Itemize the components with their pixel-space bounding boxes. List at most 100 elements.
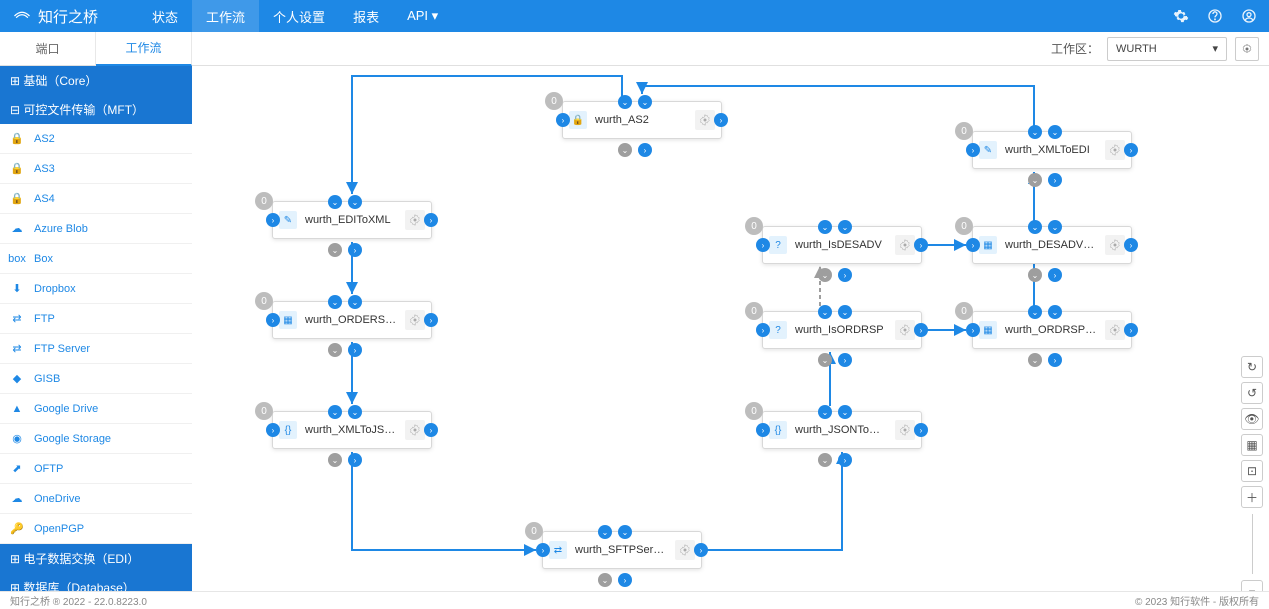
port-out-true[interactable]: ›	[348, 343, 362, 357]
port-in-top-1[interactable]: ⌄	[818, 305, 832, 319]
fit-button[interactable]: ⊡	[1241, 460, 1263, 482]
port-in-top-2[interactable]: ⌄	[348, 405, 362, 419]
sidebar-item-as3[interactable]: 🔒AS3	[0, 154, 192, 184]
node-isordrsp[interactable]: 0?wurth_IsORDRSP⌄⌄⌄›››	[762, 311, 922, 349]
port-in-left[interactable]: ›	[966, 323, 980, 337]
node-settings-button[interactable]	[405, 310, 425, 330]
port-in-left[interactable]: ›	[756, 323, 770, 337]
node-sftp[interactable]: 0⇄wurth_SFTPServer⌄⌄⌄›››	[542, 531, 702, 569]
node-orders_in[interactable]: 0▦wurth_ORDERS_In⌄⌄⌄›››	[272, 301, 432, 339]
zoom-out-button[interactable]: −	[1241, 580, 1263, 591]
node-ordrsp_out[interactable]: 0▦wurth_ORDRSP_O...⌄⌄⌄›››	[972, 311, 1132, 349]
port-in-top-1[interactable]: ⌄	[618, 95, 632, 109]
port-in-top-1[interactable]: ⌄	[818, 405, 832, 419]
sidebar-item-oftp[interactable]: ⬈OFTP	[0, 454, 192, 484]
port-in-left[interactable]: ›	[756, 423, 770, 437]
node-settings-button[interactable]	[695, 110, 715, 130]
port-in-left[interactable]: ›	[536, 543, 550, 557]
port-out-false[interactable]: ⌄	[818, 268, 832, 282]
port-in-top-2[interactable]: ⌄	[638, 95, 652, 109]
tab-ports[interactable]: 端口	[0, 32, 96, 66]
port-in-left[interactable]: ›	[266, 213, 280, 227]
sidebar-item-box[interactable]: boxBox	[0, 244, 192, 274]
sidebar-item-gisb[interactable]: ◆GISB	[0, 364, 192, 394]
port-in-top-2[interactable]: ⌄	[348, 295, 362, 309]
port-in-left[interactable]: ›	[266, 313, 280, 327]
refresh-button[interactable]: ↻	[1241, 356, 1263, 378]
nav-status[interactable]: 状态	[138, 0, 192, 32]
port-in-top-1[interactable]: ⌄	[328, 195, 342, 209]
workspace-settings-button[interactable]	[1235, 37, 1259, 61]
node-as2[interactable]: 0🔒wurth_AS2⌄⌄⌄›››	[562, 101, 722, 139]
port-in-top-1[interactable]: ⌄	[1028, 220, 1042, 234]
port-out-right[interactable]: ›	[1124, 323, 1138, 337]
port-in-top-2[interactable]: ⌄	[838, 405, 852, 419]
sidebar-cat-db[interactable]: ⊞ 数据库（Database）	[0, 573, 192, 591]
node-jsontoxml[interactable]: 0{}wurth_JSONToXML⌄⌄⌄›››	[762, 411, 922, 449]
node-settings-button[interactable]	[1105, 140, 1125, 160]
port-in-top-1[interactable]: ⌄	[1028, 305, 1042, 319]
port-out-true[interactable]: ›	[618, 573, 632, 587]
port-out-true[interactable]: ›	[1048, 173, 1062, 187]
port-in-left[interactable]: ›	[756, 238, 770, 252]
node-settings-button[interactable]	[675, 540, 695, 560]
port-in-left[interactable]: ›	[966, 238, 980, 252]
port-in-left[interactable]: ›	[556, 113, 570, 127]
help-icon[interactable]	[1207, 8, 1223, 24]
port-in-left[interactable]: ›	[966, 143, 980, 157]
zoom-slider[interactable]	[1252, 514, 1253, 574]
nav-report[interactable]: 报表	[339, 0, 393, 32]
workspace-select[interactable]: WURTH ▾	[1107, 37, 1227, 61]
port-out-right[interactable]: ›	[914, 423, 928, 437]
port-out-true[interactable]: ›	[638, 143, 652, 157]
sidebar-cat-edi[interactable]: ⊞ 电子数据交换（EDI）	[0, 544, 192, 573]
sidebar-item-google-storage[interactable]: ◉Google Storage	[0, 424, 192, 454]
node-settings-button[interactable]	[895, 420, 915, 440]
preview-button[interactable]: 👁	[1241, 408, 1263, 430]
port-in-top-2[interactable]: ⌄	[1048, 125, 1062, 139]
node-editoxml[interactable]: 0✎wurth_EDIToXML⌄⌄⌄›››	[272, 201, 432, 239]
node-settings-button[interactable]	[1105, 320, 1125, 340]
port-out-right[interactable]: ›	[424, 423, 438, 437]
gear-icon[interactable]	[1173, 8, 1189, 24]
port-in-top-2[interactable]: ⌄	[618, 525, 632, 539]
port-out-true[interactable]: ›	[838, 453, 852, 467]
sidebar-item-ftp[interactable]: ⇄FTP	[0, 304, 192, 334]
tab-workflow[interactable]: 工作流	[96, 32, 192, 66]
port-out-false[interactable]: ⌄	[1028, 268, 1042, 282]
port-in-left[interactable]: ›	[266, 423, 280, 437]
sidebar-item-onedrive[interactable]: ☁OneDrive	[0, 484, 192, 514]
port-out-right[interactable]: ›	[914, 323, 928, 337]
undo-button[interactable]: ↺	[1241, 382, 1263, 404]
port-in-top-2[interactable]: ⌄	[1048, 220, 1062, 234]
user-icon[interactable]	[1241, 8, 1257, 24]
port-in-top-1[interactable]: ⌄	[818, 220, 832, 234]
zoom-in-button[interactable]: ＋	[1241, 486, 1263, 508]
port-in-top-1[interactable]: ⌄	[328, 405, 342, 419]
port-in-top-2[interactable]: ⌄	[1048, 305, 1062, 319]
sidebar-item-azure-blob[interactable]: ☁Azure Blob	[0, 214, 192, 244]
port-in-top-2[interactable]: ⌄	[838, 220, 852, 234]
sidebar-item-google-drive[interactable]: ▲Google Drive	[0, 394, 192, 424]
sidebar-item-ftp-server[interactable]: ⇄FTP Server	[0, 334, 192, 364]
port-out-false[interactable]: ⌄	[328, 243, 342, 257]
node-settings-button[interactable]	[405, 210, 425, 230]
port-in-top-1[interactable]: ⌄	[1028, 125, 1042, 139]
nav-api[interactable]: API ▾	[393, 0, 452, 32]
node-xmltojson[interactable]: 0{}wurth_XMLToJSON⌄⌄⌄›››	[272, 411, 432, 449]
port-in-top-2[interactable]: ⌄	[348, 195, 362, 209]
workflow-canvas[interactable]: 0🔒wurth_AS2⌄⌄⌄››› 0✎wurth_EDIToXML⌄⌄⌄››› 0…	[192, 66, 1269, 591]
sidebar-item-as2[interactable]: 🔒AS2	[0, 124, 192, 154]
port-out-right[interactable]: ›	[1124, 238, 1138, 252]
port-out-true[interactable]: ›	[348, 243, 362, 257]
port-in-top-1[interactable]: ⌄	[598, 525, 612, 539]
port-out-right[interactable]: ›	[424, 213, 438, 227]
port-out-right[interactable]: ›	[1124, 143, 1138, 157]
port-out-false[interactable]: ⌄	[818, 453, 832, 467]
port-in-top-1[interactable]: ⌄	[328, 295, 342, 309]
port-out-false[interactable]: ⌄	[328, 343, 342, 357]
node-settings-button[interactable]	[1105, 235, 1125, 255]
port-out-false[interactable]: ⌄	[598, 573, 612, 587]
port-out-right[interactable]: ›	[694, 543, 708, 557]
nav-workflow[interactable]: 工作流	[192, 0, 259, 32]
